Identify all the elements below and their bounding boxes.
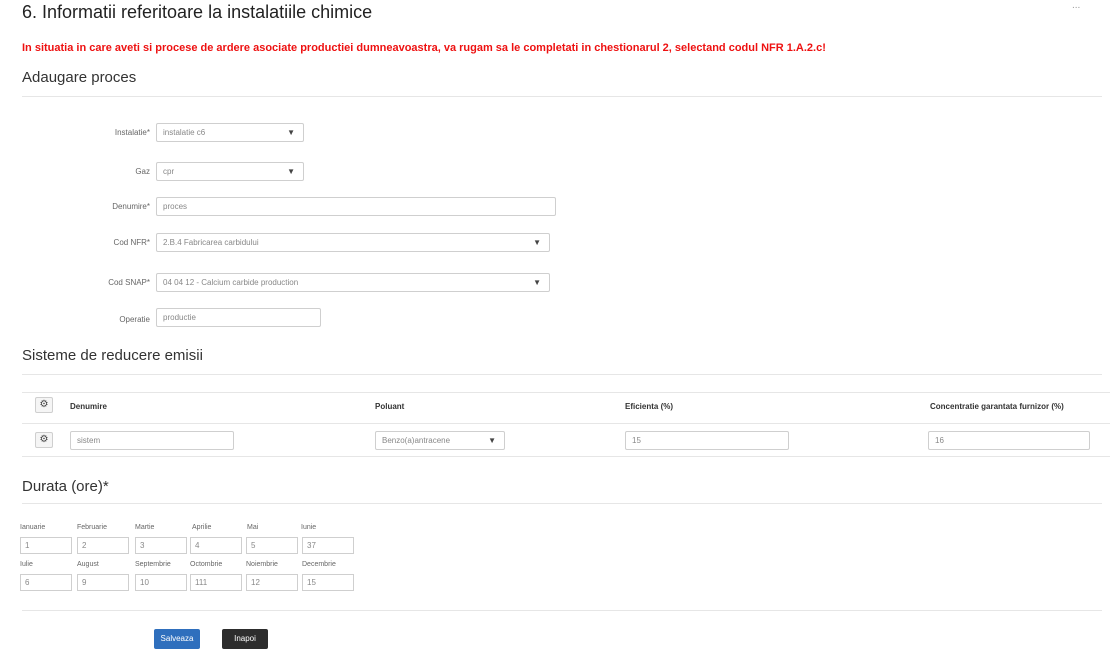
th-poluant: Poluant bbox=[375, 402, 405, 411]
month-input-februarie[interactable]: 2 bbox=[77, 537, 129, 554]
table-bottom-rule bbox=[22, 456, 1110, 457]
warning-message: In situatia in care aveti si procese de … bbox=[22, 42, 826, 54]
month-label-iunie: Iunie bbox=[301, 524, 317, 531]
reduction-denumire-input[interactable]: sistem bbox=[70, 431, 234, 450]
month-input-ianuarie[interactable]: 1 bbox=[20, 537, 72, 554]
month-label-iulie: Iulie bbox=[20, 561, 33, 568]
instalatie-label: Instalatie* bbox=[114, 128, 150, 137]
month-label-aprilie: Aprilie bbox=[192, 524, 212, 531]
month-label-august: August bbox=[77, 561, 99, 568]
month-label-septembrie: Septembrie bbox=[135, 561, 171, 568]
operatie-label: Operatie bbox=[119, 315, 150, 324]
chevron-down-icon: ▼ bbox=[533, 278, 541, 287]
chevron-down-icon: ▼ bbox=[287, 167, 295, 176]
concentratie-input[interactable]: 16 bbox=[928, 431, 1090, 450]
th-concentratie: Concentratie garantata furnizor (%) bbox=[930, 402, 1064, 411]
table-top-rule bbox=[22, 392, 1110, 393]
back-button[interactable]: Inapoi bbox=[222, 629, 268, 649]
poluant-select[interactable]: Benzo(a)antracene ▼ bbox=[375, 431, 505, 450]
duration-section-title: Durata (ore)* bbox=[22, 478, 109, 495]
process-divider bbox=[22, 96, 1102, 97]
th-denumire: Denumire bbox=[70, 402, 107, 411]
month-input-octombrie[interactable]: 111 bbox=[190, 574, 242, 591]
month-input-aprilie[interactable]: 4 bbox=[190, 537, 242, 554]
month-label-ianuarie: Ianuarie bbox=[20, 524, 46, 531]
gaz-label: Gaz bbox=[135, 167, 150, 176]
th-eficienta: Eficienta (%) bbox=[625, 402, 674, 411]
gear-icon[interactable]: ⚙ bbox=[35, 432, 53, 448]
operatie-input[interactable]: productie bbox=[156, 308, 321, 327]
month-input-decembrie[interactable]: 15 bbox=[302, 574, 354, 591]
chevron-down-icon: ▼ bbox=[488, 436, 496, 445]
duration-divider bbox=[22, 503, 1102, 504]
instalatie-select[interactable]: instalatie c6 ▼ bbox=[156, 123, 304, 142]
poluant-value: Benzo(a)antracene bbox=[382, 436, 451, 445]
eficienta-input[interactable]: 15 bbox=[625, 431, 789, 450]
month-input-martie[interactable]: 3 bbox=[135, 537, 187, 554]
denumire-value: proces bbox=[163, 202, 188, 211]
month-input-iunie[interactable]: 37 bbox=[302, 537, 354, 554]
chevron-down-icon: ▼ bbox=[533, 238, 541, 247]
save-button[interactable]: Salveaza bbox=[154, 629, 200, 649]
cod-snap-value: 04 04 12 - Calcium carbide production bbox=[163, 278, 299, 287]
operatie-value: productie bbox=[163, 313, 196, 322]
month-input-noiembrie[interactable]: 12 bbox=[246, 574, 298, 591]
month-label-martie: Martie bbox=[135, 524, 155, 531]
gaz-select[interactable]: cpr ▼ bbox=[156, 162, 304, 181]
concentratie-value: 16 bbox=[935, 436, 944, 445]
gear-icon[interactable]: ⚙ bbox=[35, 397, 53, 413]
month-input-mai[interactable]: 5 bbox=[246, 537, 298, 554]
month-input-iulie[interactable]: 6 bbox=[20, 574, 72, 591]
reduction-section-title: Sisteme de reducere emisii bbox=[22, 347, 203, 364]
denumire-label: Denumire* bbox=[112, 202, 150, 211]
denumire-input[interactable]: proces bbox=[156, 197, 556, 216]
cod-snap-select[interactable]: 04 04 12 - Calcium carbide production ▼ bbox=[156, 273, 550, 292]
month-label-octombrie: Octombrie bbox=[190, 561, 223, 568]
actions-divider bbox=[22, 610, 1102, 611]
month-label-decembrie: Decembrie bbox=[302, 561, 336, 568]
table-header-rule bbox=[22, 423, 1110, 424]
corner-text: ... bbox=[1072, 0, 1081, 11]
reduction-divider bbox=[22, 374, 1102, 375]
month-input-septembrie[interactable]: 10 bbox=[135, 574, 187, 591]
month-label-noiembrie: Noiembrie bbox=[246, 561, 278, 568]
cod-nfr-value: 2.B.4 Fabricarea carbidului bbox=[163, 238, 259, 247]
cod-nfr-select[interactable]: 2.B.4 Fabricarea carbidului ▼ bbox=[156, 233, 550, 252]
instalatie-value: instalatie c6 bbox=[163, 128, 206, 137]
process-section-title: Adaugare proces bbox=[22, 69, 137, 86]
chevron-down-icon: ▼ bbox=[287, 128, 295, 137]
month-label-mai: Mai bbox=[247, 524, 259, 531]
cod-snap-label: Cod SNAP* bbox=[108, 278, 150, 287]
month-label-februarie: Februarie bbox=[77, 524, 107, 531]
page-title: 6. Informatii referitoare la instalatiil… bbox=[22, 2, 373, 22]
cod-nfr-label: Cod NFR* bbox=[113, 238, 150, 247]
gaz-value: cpr bbox=[163, 167, 175, 176]
month-input-august[interactable]: 9 bbox=[77, 574, 129, 591]
eficienta-value: 15 bbox=[632, 436, 641, 445]
reduction-denumire-value: sistem bbox=[77, 436, 101, 445]
